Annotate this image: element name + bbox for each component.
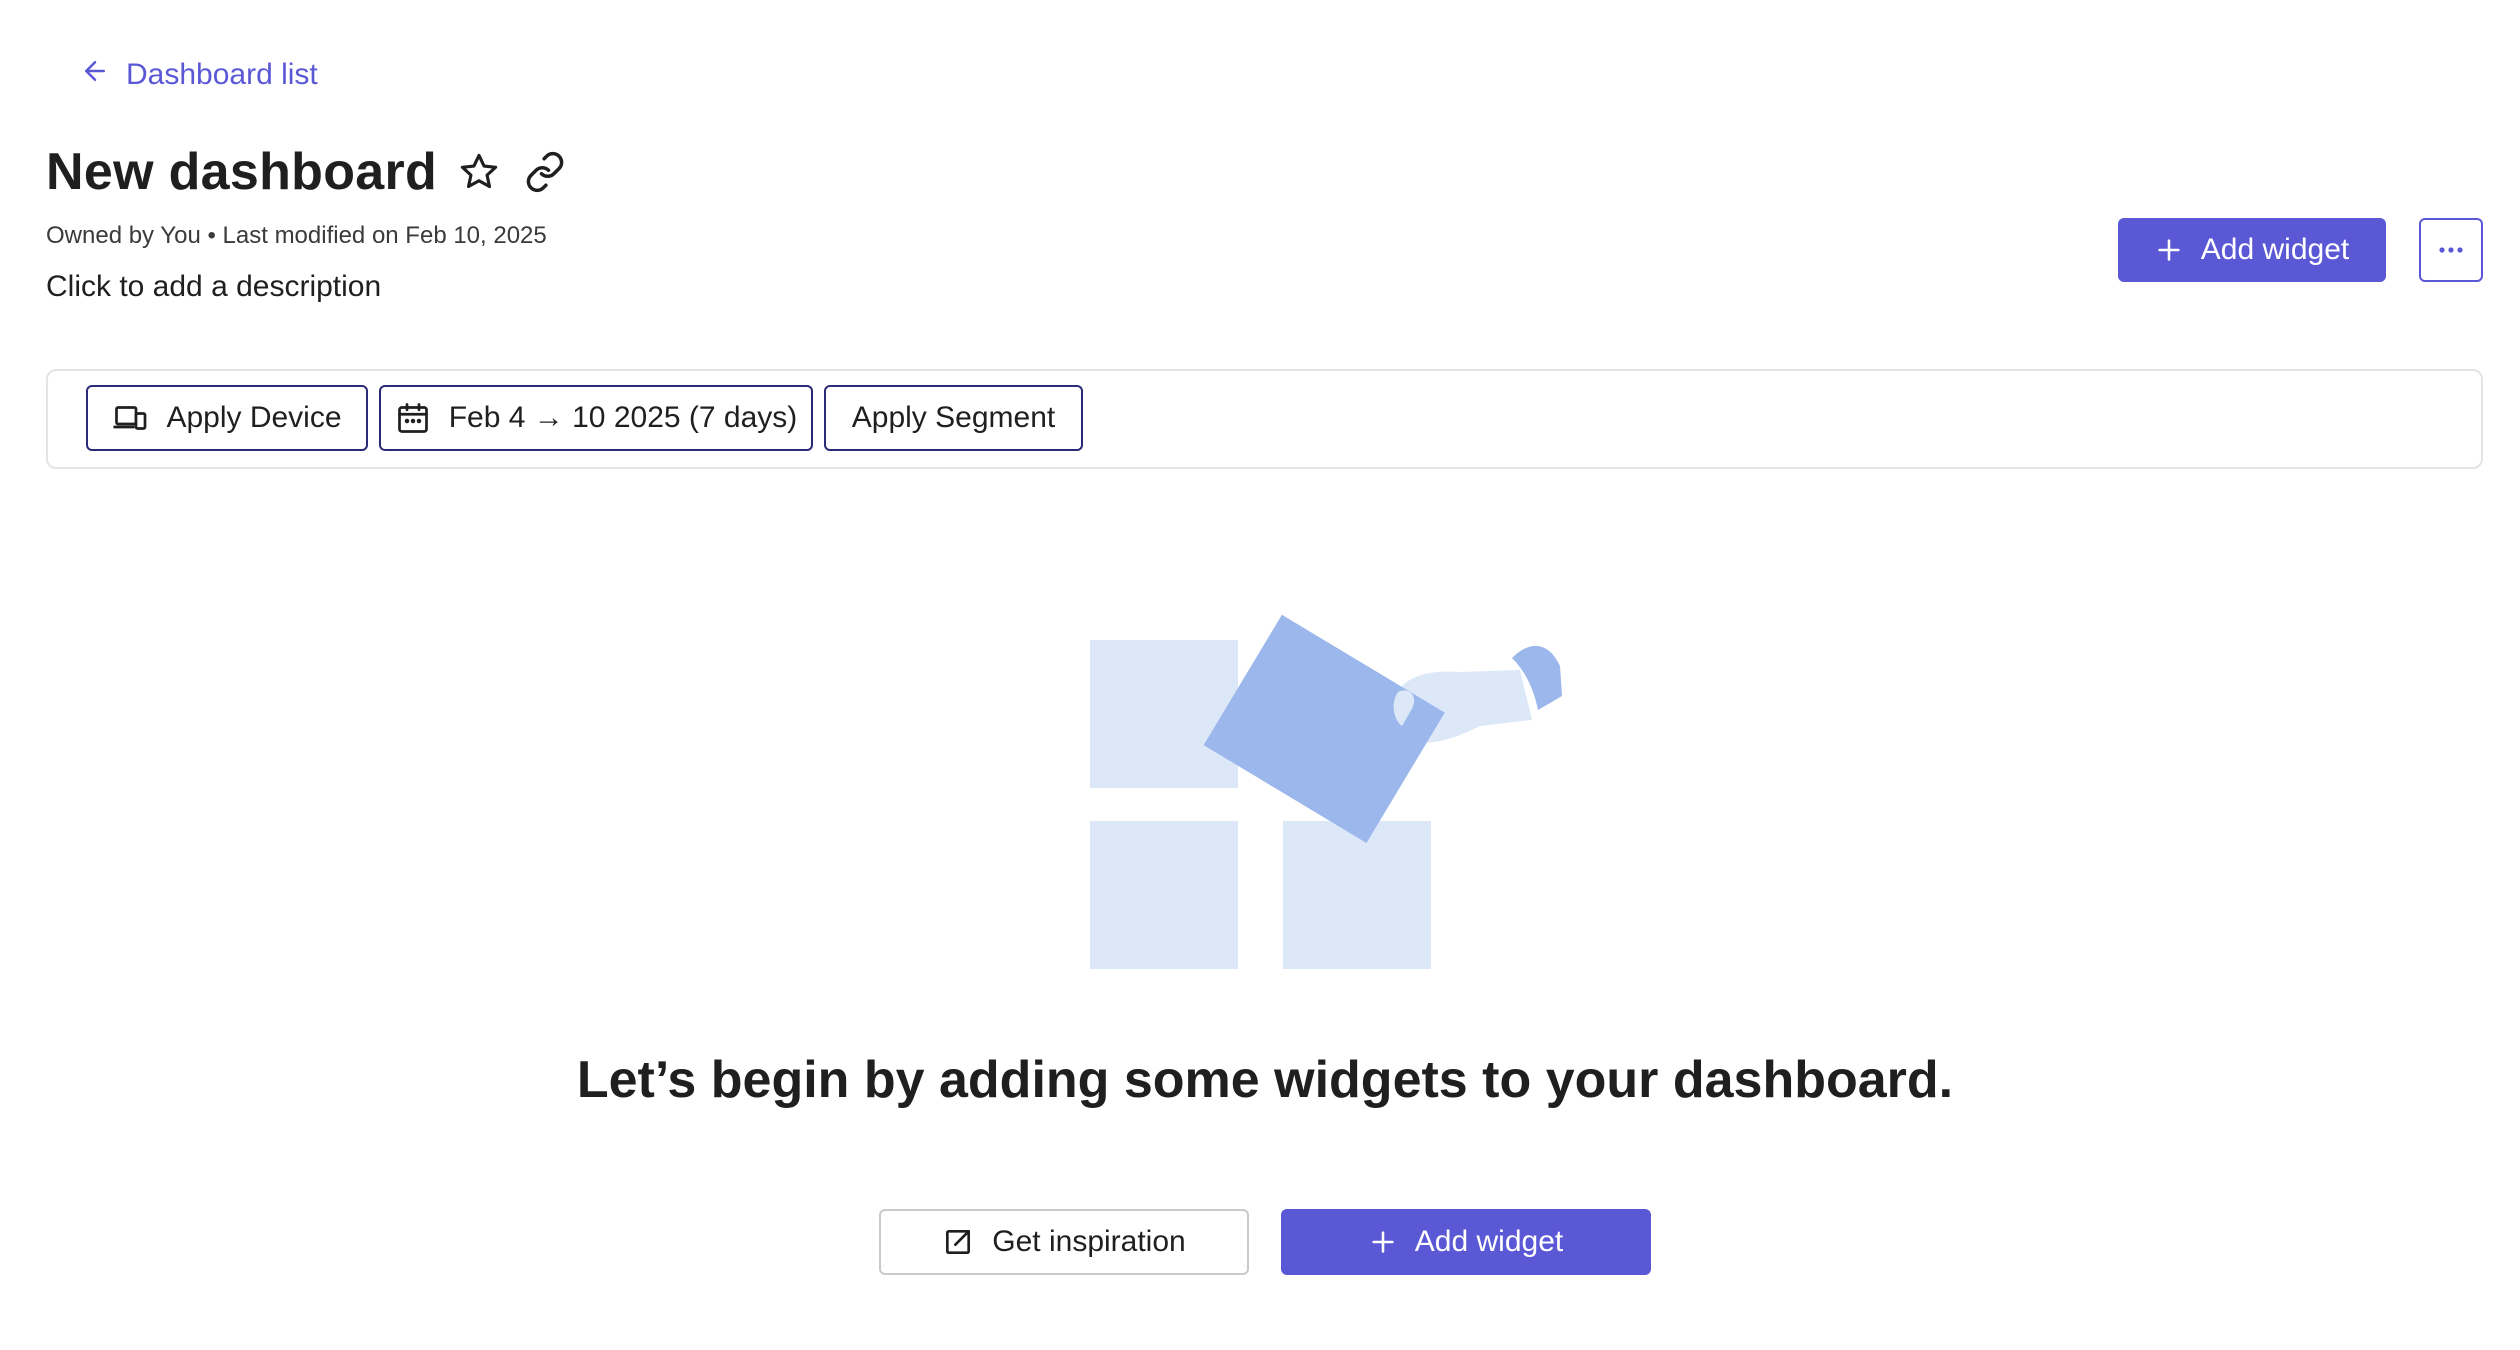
empty-state-add-widget-button[interactable]: Add widget	[1281, 1209, 1651, 1275]
more-options-button[interactable]	[2419, 218, 2483, 282]
copy-link-button[interactable]	[521, 148, 569, 196]
add-widget-button[interactable]: Add widget	[2118, 218, 2386, 282]
title-row: New dashboard	[46, 142, 569, 202]
add-widget-label: Add widget	[2200, 233, 2350, 266]
devices-icon	[113, 406, 147, 430]
widget-tile-top-left	[1090, 640, 1238, 788]
ownership-meta: Owned by You • Last modified on Feb 10, …	[46, 222, 547, 249]
apply-segment-label: Apply Segment	[851, 401, 1056, 434]
plus-icon	[1372, 1231, 1394, 1253]
dashboard-page: Dashboard list New dashboard Owned by Yo…	[0, 0, 2520, 1350]
apply-segment-button[interactable]: Apply Segment	[824, 385, 1083, 451]
link-icon	[526, 151, 564, 193]
apply-device-button[interactable]: Apply Device	[86, 385, 368, 451]
get-inspiration-label: Get inspiration	[992, 1225, 1186, 1258]
apply-device-label: Apply Device	[166, 401, 342, 434]
plus-icon	[2158, 239, 2180, 261]
get-inspiration-button[interactable]: Get inspiration	[879, 1209, 1249, 1275]
favorite-star-button[interactable]	[455, 148, 503, 196]
date-range-label: Feb 4 → 10 2025 (7 days)	[448, 401, 798, 434]
widget-tile-bottom-right	[1283, 821, 1431, 969]
external-link-icon	[946, 1230, 971, 1254]
widget-tile-held	[1203, 614, 1445, 843]
star-icon	[460, 153, 498, 189]
back-to-dashboard-list-link[interactable]: Dashboard list	[80, 56, 318, 94]
empty-state-heading: Let’s begin by adding some widgets to yo…	[576, 1051, 1954, 1109]
description-field[interactable]: Click to add a description	[46, 270, 381, 304]
empty-dashboard-illustration	[1090, 614, 1562, 969]
calendar-icon	[397, 403, 428, 433]
arrow-left-icon	[80, 56, 110, 94]
page-title[interactable]: New dashboard	[46, 142, 437, 202]
back-link-label: Dashboard list	[126, 58, 318, 91]
widget-tile-bottom-left	[1090, 821, 1238, 969]
ellipsis-icon	[2439, 247, 2463, 253]
empty-state-add-widget-label: Add widget	[1414, 1225, 1564, 1258]
date-range-button[interactable]: Feb 4 → 10 2025 (7 days)	[379, 385, 813, 451]
